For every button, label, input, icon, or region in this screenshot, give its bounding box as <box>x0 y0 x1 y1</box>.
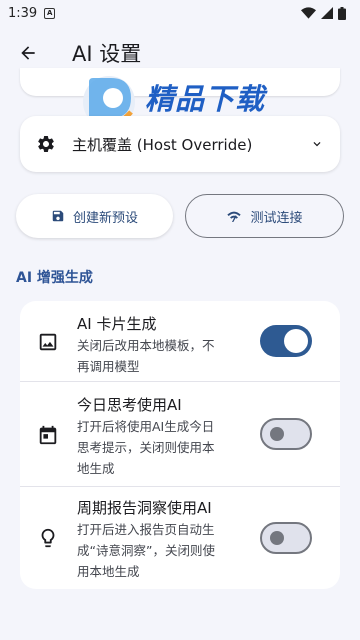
daily-thought-ai-toggle[interactable] <box>260 418 312 450</box>
setting-desc-line: 打开后进入报告页自动生 <box>77 522 215 537</box>
battery-icon <box>338 6 346 20</box>
status-time: 1:39 <box>8 5 38 21</box>
dropdown-label: 主机覆盖 (Host Override) <box>72 135 253 154</box>
toggle-knob <box>270 427 284 441</box>
action-buttons: 创建新预设 测试连接 <box>16 194 344 238</box>
test-connection-label: 测试连接 <box>250 210 303 226</box>
save-icon <box>52 210 64 222</box>
section-title: AI 增强生成 <box>16 270 93 286</box>
setting-report-insight-ai[interactable]: 周期报告洞察使用AI 打开后进入报告页自动生 成“诗意洞察”，关闭则使 用本地生… <box>20 487 340 589</box>
status-bar: 1:39 A <box>0 0 360 26</box>
cellular-icon <box>321 7 333 19</box>
arrow-back-icon <box>21 46 35 60</box>
report-insight-ai-toggle[interactable] <box>260 522 312 554</box>
setting-daily-thought-ai[interactable]: 今日思考使用AI 打开后将使用AI生成今日 思考提示，关闭则使用本 地生成 <box>20 382 340 486</box>
image-icon <box>39 333 57 351</box>
setting-desc-line: 成“诗意洞察”，关闭则使 <box>77 543 215 558</box>
setting-title: 今日思考使用AI <box>77 396 182 414</box>
setting-title: AI 卡片生成 <box>77 315 157 333</box>
create-preset-button[interactable]: 创建新预设 <box>16 194 173 238</box>
network-check-icon <box>227 211 242 222</box>
toggle-knob <box>284 329 308 353</box>
setting-desc-line: 用本地生成 <box>77 564 140 579</box>
gear-icon <box>38 136 54 152</box>
chevron-down-icon <box>313 142 321 147</box>
wifi-icon <box>301 7 316 19</box>
setting-title: 周期报告洞察使用AI <box>77 499 212 517</box>
page-title: AI 设置 <box>72 42 142 66</box>
previous-card <box>20 68 340 96</box>
app-notification-icon: A <box>44 7 56 19</box>
lightbulb-icon <box>41 528 55 548</box>
test-connection-button[interactable]: 测试连接 <box>185 194 344 238</box>
setting-ai-card-generation[interactable]: AI 卡片生成 关闭后改用本地模板，不 再调用模型 <box>20 301 340 381</box>
ai-settings-card: AI 卡片生成 关闭后改用本地模板，不 再调用模型 今日思考使用AI 打开后将使… <box>20 301 340 589</box>
setting-desc-line: 地生成 <box>77 461 115 476</box>
create-preset-label: 创建新预设 <box>72 210 138 226</box>
calendar-icon <box>39 425 57 445</box>
back-button[interactable] <box>8 33 48 73</box>
setting-desc-line: 打开后将使用AI生成今日 <box>77 419 215 434</box>
setting-desc-line: 思考提示，关闭则使用本 <box>77 440 215 455</box>
host-override-dropdown[interactable]: 主机覆盖 (Host Override) <box>20 116 340 172</box>
toggle-knob <box>270 531 284 545</box>
setting-desc-line: 再调用模型 <box>77 359 140 374</box>
ai-card-generation-toggle[interactable] <box>260 325 312 357</box>
setting-desc-line: 关闭后改用本地模板，不 <box>77 338 215 353</box>
